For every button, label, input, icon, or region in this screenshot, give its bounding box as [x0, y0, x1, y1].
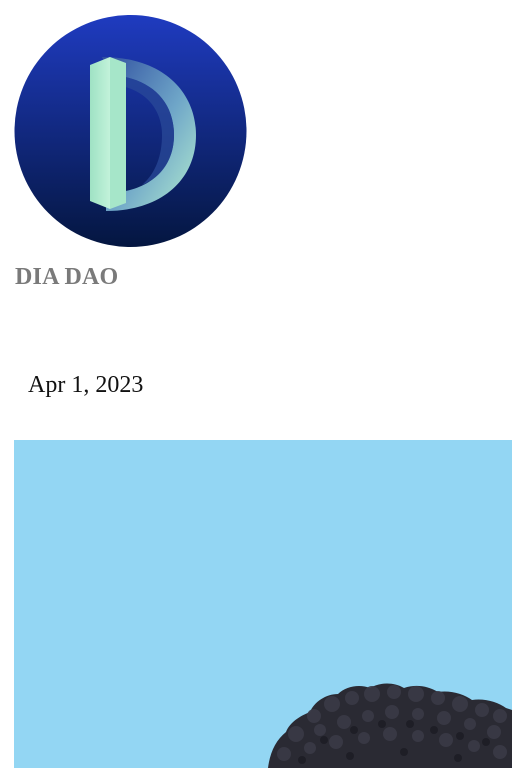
post-date: Apr 1, 2023 — [28, 372, 144, 398]
hero-image[interactable] — [14, 440, 512, 768]
author-name[interactable]: DIA DAO — [15, 262, 118, 292]
dia-dao-logo-icon — [14, 15, 247, 247]
hero-image-sky-with-dark-object-icon — [14, 440, 512, 768]
author-avatar[interactable] — [14, 13, 247, 249]
